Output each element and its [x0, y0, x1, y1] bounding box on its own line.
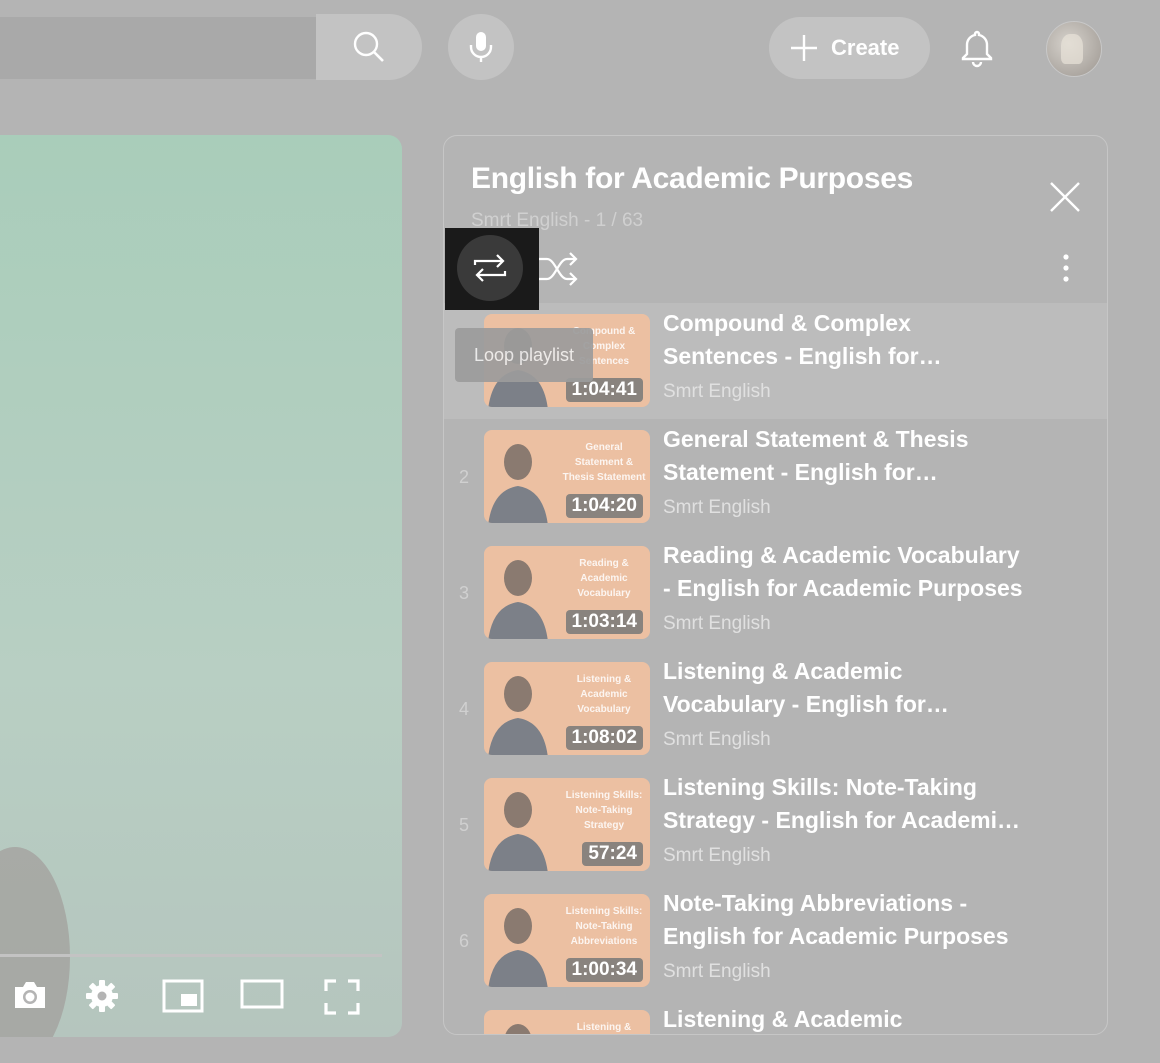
presenter-image: [488, 908, 548, 987]
video-thumbnail[interactable]: Listening & Academic Vocabulary 1:08:02: [484, 662, 650, 755]
progress-bar[interactable]: [0, 954, 382, 957]
more-actions-icon[interactable]: [1056, 253, 1076, 283]
voice-search-button[interactable]: [448, 14, 514, 80]
video-thumbnail[interactable]: Reading & Academic Vocabulary 1:03:14: [484, 546, 650, 639]
playlist-item[interactable]: 2 General Statement & Thesis Statement 1…: [444, 419, 1107, 535]
duration-badge: 1:00:34: [565, 958, 643, 982]
miniplayer-icon: [162, 979, 204, 1013]
close-icon[interactable]: [1048, 180, 1082, 214]
loop-playlist-tooltip: Loop playlist: [455, 328, 593, 382]
plus-icon: [791, 35, 817, 61]
video-thumbnail[interactable]: General Statement & Thesis Statement 1:0…: [484, 430, 650, 523]
duration-badge: 1:08:02: [565, 726, 643, 750]
camera-icon: [15, 982, 45, 1008]
thumbnail-caption: Listening Skills: Note-Taking Abbreviati…: [565, 906, 643, 947]
presenter-image: [488, 444, 548, 523]
fullscreen-icon: [324, 979, 360, 1015]
bell-icon[interactable]: [956, 27, 998, 69]
fullscreen-button[interactable]: [322, 978, 362, 1016]
playlist-panel: English for Academic Purposes Smrt Engli…: [443, 135, 1108, 1035]
thumbnail-caption: Reading & Academic Vocabulary: [577, 558, 631, 599]
item-index: 4: [458, 699, 469, 719]
channel-name: Smrt English: [663, 381, 771, 402]
miniplayer-button[interactable]: [160, 978, 206, 1014]
search-input[interactable]: [0, 17, 316, 79]
theater-mode-button[interactable]: [238, 978, 286, 1010]
thumbnail-caption: Listening Skills: Note-Taking Strategy: [565, 790, 643, 831]
loop-playlist-button[interactable]: [457, 235, 523, 301]
item-index: 3: [458, 583, 469, 603]
duration-badge: 57:24: [582, 842, 643, 866]
channel-name: Smrt English: [663, 497, 771, 518]
create-label: Create: [831, 35, 900, 60]
video-title[interactable]: Note-Taking Abbreviations - English for …: [663, 887, 1023, 953]
channel-name: Smrt English: [663, 961, 771, 982]
thumbnail-caption: Listening &: [576, 1022, 632, 1033]
channel-name: Smrt English: [663, 845, 771, 866]
playlist-item[interactable]: 3 Reading & Academic Vocabulary 1:03:14 …: [444, 535, 1107, 651]
duration-badge: 1:04:20: [565, 494, 643, 518]
video-title[interactable]: General Statement & Thesis Statement - E…: [663, 423, 1023, 489]
video-title[interactable]: Reading & Academic Vocabulary - English …: [663, 539, 1023, 605]
screenshot-button[interactable]: [10, 978, 50, 1012]
thumbnail-caption: General Statement & Thesis Statement: [562, 442, 646, 483]
thumbnail-caption: Listening & Academic Vocabulary: [576, 674, 632, 715]
create-button[interactable]: Create: [769, 17, 930, 79]
playlist-item[interactable]: Listening & Listening & Academic Vocabul…: [444, 999, 1107, 1034]
video-title[interactable]: Listening & Academic Vocabulary - Englis…: [663, 655, 1023, 721]
settings-button[interactable]: [82, 978, 122, 1014]
duration-badge: 1:03:14: [565, 610, 643, 634]
video-title[interactable]: Listening & Academic Vocabulary: [663, 1003, 1023, 1034]
shuffle-icon[interactable]: [537, 249, 579, 289]
playlist-item[interactable]: 5 Listening Skills: Note-Taking Strategy…: [444, 767, 1107, 883]
loop-icon: [473, 254, 507, 282]
video-thumbnail[interactable]: Listening Skills: Note-Taking Strategy 5…: [484, 778, 650, 871]
item-index: 2: [458, 467, 469, 487]
video-thumbnail[interactable]: Listening Skills: Note-Taking Abbreviati…: [484, 894, 650, 987]
playlist-item[interactable]: 4 Listening & Academic Vocabulary 1:08:0…: [444, 651, 1107, 767]
presenter-image: [488, 676, 548, 755]
search-icon: [353, 31, 384, 62]
channel-name: Smrt English: [663, 729, 771, 750]
item-index: 6: [458, 931, 469, 951]
video-player[interactable]: [0, 135, 402, 1037]
video-thumbnail[interactable]: Listening &: [484, 1010, 650, 1034]
presenter-image: [488, 560, 548, 639]
microphone-icon: [469, 32, 493, 62]
settings-icon: [86, 980, 118, 1012]
video-title[interactable]: Listening Skills: Note-Taking Strategy -…: [663, 771, 1023, 837]
playlist-item[interactable]: 6 Listening Skills: Note-Taking Abbrevia…: [444, 883, 1107, 999]
playlist-title[interactable]: English for Academic Purposes: [471, 162, 913, 196]
theater-mode-icon: [240, 979, 284, 1009]
presenter-image: [505, 1024, 531, 1034]
presenter-image: [488, 792, 548, 871]
video-title[interactable]: Compound & Complex Sentences - English f…: [663, 307, 1023, 373]
search-button[interactable]: [316, 14, 422, 80]
item-index: 5: [458, 815, 469, 835]
avatar[interactable]: [1046, 21, 1102, 77]
channel-name: Smrt English: [663, 613, 771, 634]
